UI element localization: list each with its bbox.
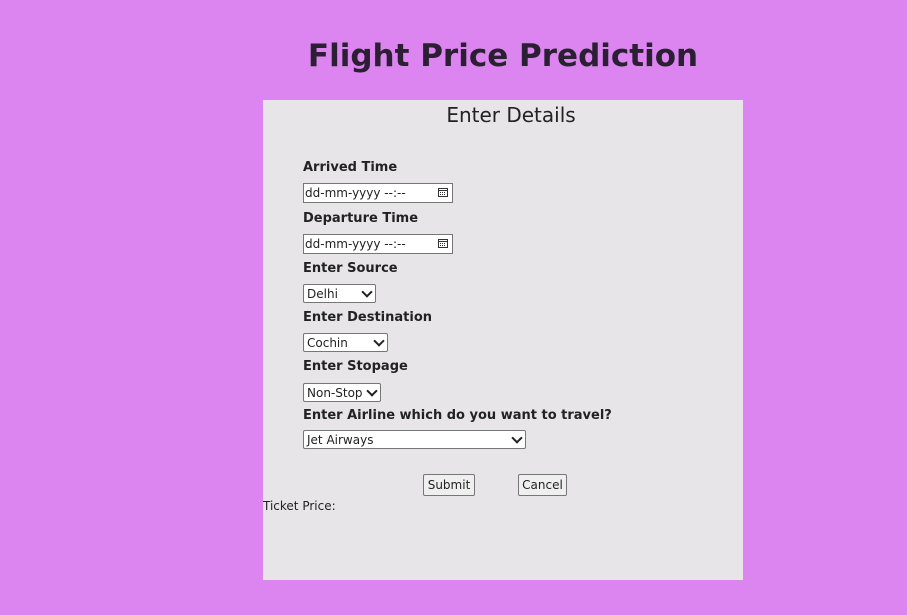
ticket-price-label: Ticket Price: xyxy=(263,499,336,513)
chevron-down-icon xyxy=(511,432,523,444)
arrived-time-input[interactable]: dd-mm-yyyy --:-- xyxy=(303,183,453,203)
stopage-selected-value: Non-Stop xyxy=(307,386,363,400)
airline-selected-value: Jet Airways xyxy=(307,433,374,447)
submit-button[interactable]: Submit xyxy=(423,474,475,496)
arrived-time-value: dd-mm-yyyy --:-- xyxy=(305,186,406,200)
chevron-down-icon xyxy=(373,335,385,347)
cancel-button[interactable]: Cancel xyxy=(518,474,567,496)
arrived-time-label: Arrived Time xyxy=(303,160,398,175)
source-select[interactable]: Delhi xyxy=(303,284,376,303)
airline-label: Enter Airline which do you want to trave… xyxy=(303,408,612,423)
calendar-icon[interactable] xyxy=(438,239,448,248)
source-selected-value: Delhi xyxy=(307,287,338,301)
stopage-label: Enter Stopage xyxy=(303,359,408,374)
calendar-icon[interactable] xyxy=(438,188,448,197)
chevron-down-icon xyxy=(361,286,373,298)
details-form: Enter Details Arrived Time dd-mm-yyyy --… xyxy=(263,100,743,580)
destination-label: Enter Destination xyxy=(303,310,433,325)
departure-time-value: dd-mm-yyyy --:-- xyxy=(305,237,406,251)
form-heading: Enter Details xyxy=(446,103,576,127)
airline-select[interactable]: Jet Airways xyxy=(303,430,526,449)
page-title: Flight Price Prediction xyxy=(307,38,699,74)
chevron-down-icon xyxy=(366,385,378,397)
stopage-select[interactable]: Non-Stop xyxy=(303,383,381,402)
destination-select[interactable]: Cochin xyxy=(303,333,388,352)
departure-time-input[interactable]: dd-mm-yyyy --:-- xyxy=(303,234,453,254)
departure-time-label: Departure Time xyxy=(303,211,419,226)
source-label: Enter Source xyxy=(303,261,398,276)
destination-selected-value: Cochin xyxy=(307,336,348,350)
